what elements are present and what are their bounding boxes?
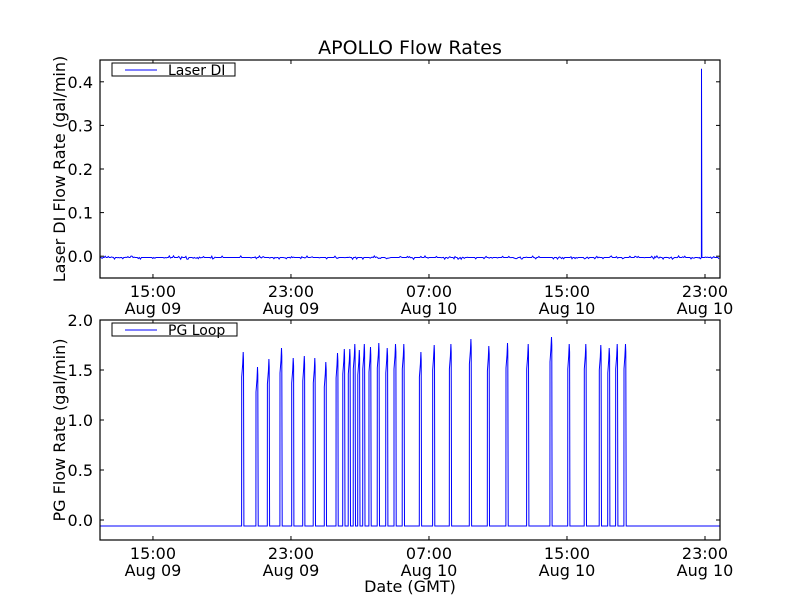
chart-title: APOLLO Flow Rates: [318, 37, 502, 59]
y-tick-label: 1.0: [68, 411, 93, 430]
figure: APOLLO Flow Rates Date (GMT) Laser DI Fl…: [0, 0, 800, 600]
y-tick-label: 0.2: [68, 160, 93, 179]
legend-label: Laser DI: [168, 63, 225, 79]
x-tick-label-date: Aug 09: [125, 299, 182, 318]
bottom-y-axis-label: PG Flow Rate (gal/min): [50, 339, 69, 522]
x-tick-label-date: Aug 10: [539, 561, 596, 580]
x-tick-label-date: Aug 09: [125, 561, 182, 580]
y-tick-label: 0.4: [68, 73, 93, 92]
legend-label: PG Loop: [168, 323, 225, 339]
y-tick-label: 2.0: [68, 311, 93, 330]
y-tick-label: 0.1: [68, 204, 93, 223]
y-tick-label: 1.5: [68, 361, 93, 380]
x-tick-label-date: Aug 09: [263, 299, 320, 318]
y-tick-label: 0.3: [68, 116, 93, 135]
x-tick-label-date: Aug 10: [401, 561, 458, 580]
x-tick-label-date: Aug 10: [539, 299, 596, 318]
y-tick-label: 0.5: [68, 461, 93, 480]
top-y-axis-label: Laser DI Flow Rate (gal/min): [50, 56, 69, 283]
y-tick-label: 0.0: [68, 247, 93, 266]
x-tick-label-date: Aug 10: [677, 561, 734, 580]
x-tick-label-date: Aug 09: [263, 561, 320, 580]
x-tick-label-date: Aug 10: [401, 299, 458, 318]
x-tick-label-date: Aug 10: [677, 299, 734, 318]
y-tick-label: 0.0: [68, 511, 93, 530]
